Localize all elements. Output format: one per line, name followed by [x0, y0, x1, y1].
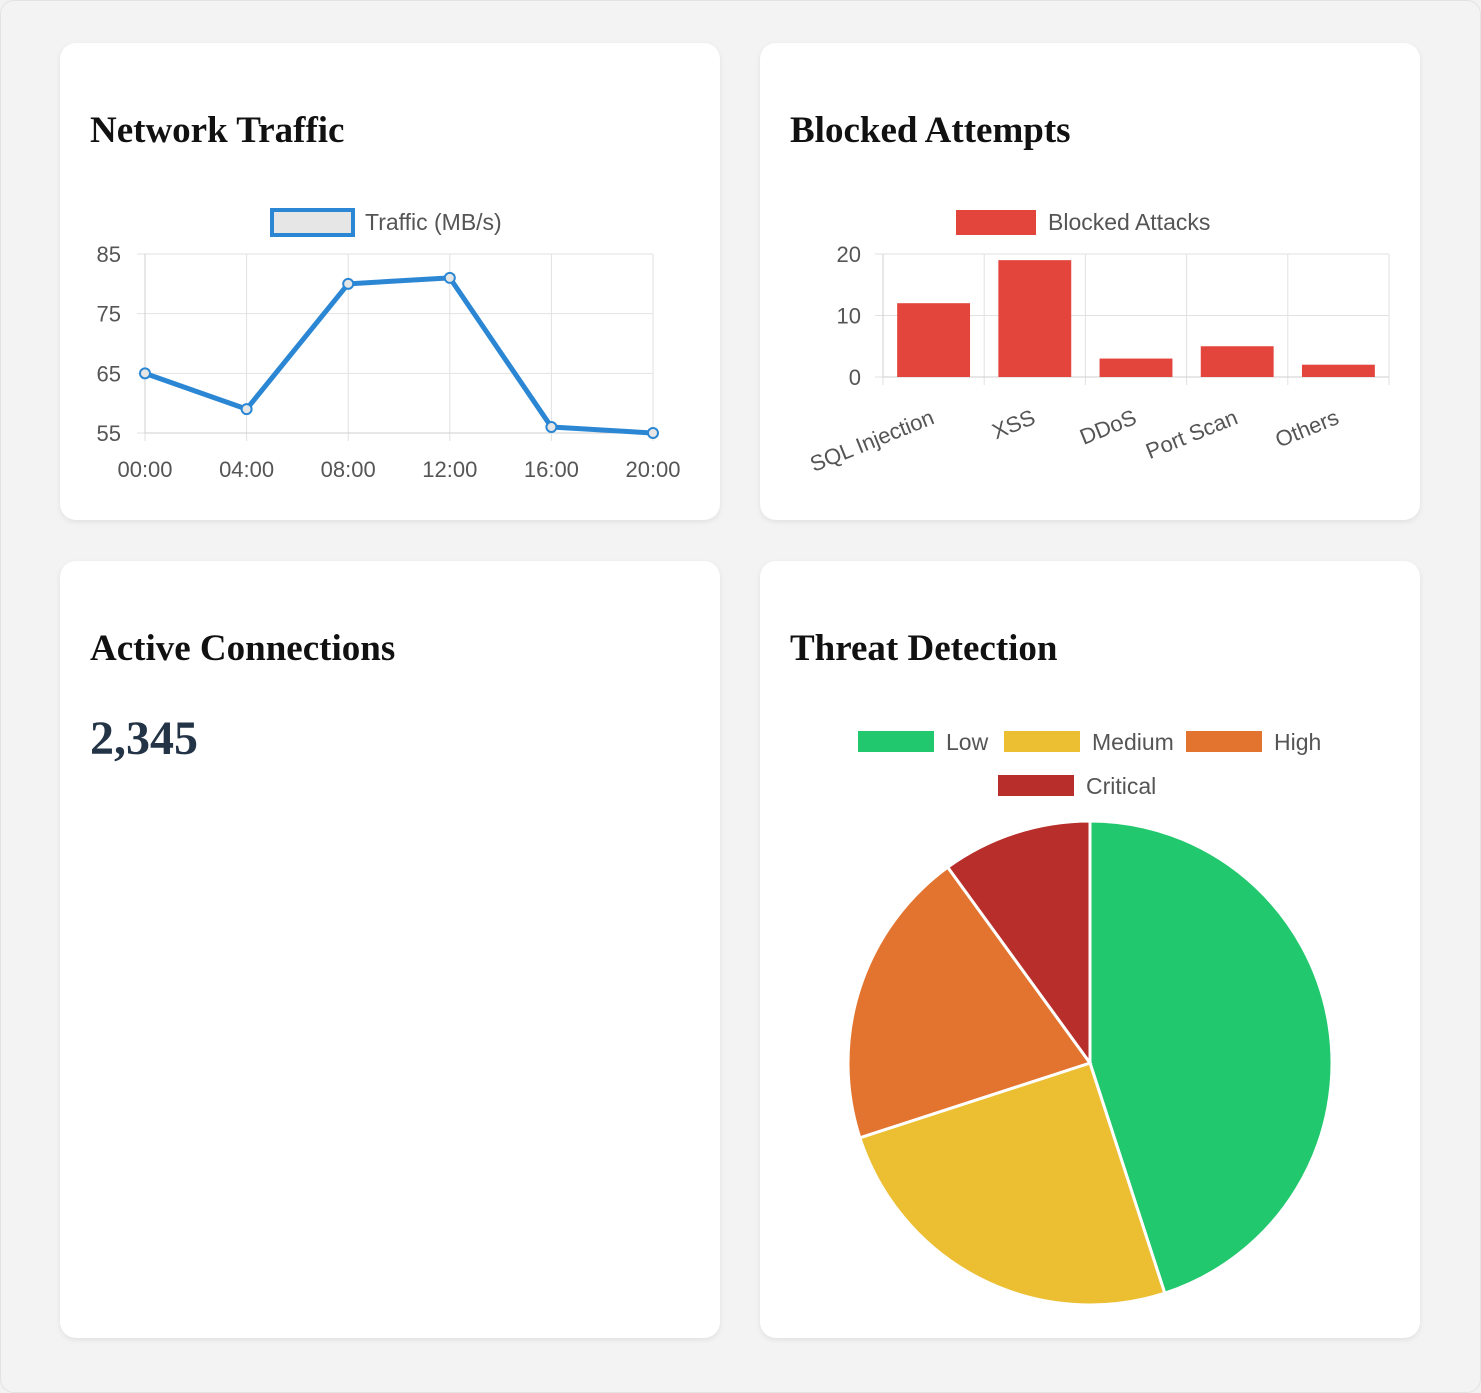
- traffic-point: [342, 277, 355, 290]
- x-tick-label: 00:00: [117, 457, 172, 482]
- legend-swatch-medium: [1004, 731, 1080, 752]
- traffic-point: [545, 421, 558, 434]
- x-tick-label: DDoS: [1076, 404, 1140, 449]
- active-connections-title: Active Connections: [90, 628, 396, 669]
- traffic-point: [647, 427, 659, 439]
- traffic-series-line: [144, 275, 654, 436]
- x-tick-label: 08:00: [321, 457, 376, 482]
- y-tick-label: 55: [97, 421, 121, 446]
- bar-others: [1301, 364, 1375, 377]
- y-tick-label: 0: [849, 365, 861, 390]
- x-tick-label: XSS: [988, 404, 1038, 444]
- x-tick-label: 20:00: [625, 457, 680, 482]
- bar-port-scan: [1200, 346, 1274, 377]
- legend-swatch-critical: [998, 775, 1074, 796]
- legend-label-medium: Medium: [1092, 729, 1174, 755]
- threat-detection-chart[interactable]: Low Medium High Critical: [760, 561, 1420, 1338]
- bar-sql-injection: [897, 303, 971, 377]
- x-tick-label: Port Scan: [1142, 404, 1241, 463]
- legend-label-high: High: [1274, 729, 1321, 755]
- legend-swatch-blocked: [956, 210, 1036, 235]
- y-tick-label: 20: [837, 242, 861, 267]
- legend-label-low: Low: [946, 729, 989, 755]
- network-traffic-chart[interactable]: Traffic (MB/s) 85 75 65 55 00:00 04:00 08:00 12:…: [60, 43, 720, 520]
- traffic-point: [240, 403, 253, 416]
- network-traffic-card: Network Traffic Traffic (MB/s) 85 75 65 55 00…: [60, 43, 720, 520]
- y-tick-label: 10: [837, 304, 861, 329]
- active-connections-value: 2,345: [90, 712, 198, 765]
- traffic-point: [443, 271, 456, 284]
- legend-label-traffic: Traffic (MB/s): [365, 209, 502, 235]
- y-tick-label: 85: [97, 242, 121, 267]
- active-connections-card: Active Connections 2,345: [60, 561, 720, 1338]
- x-tick-label: 16:00: [524, 457, 579, 482]
- traffic-point: [139, 367, 151, 380]
- bar-xss: [998, 260, 1072, 377]
- x-tick-label: 12:00: [422, 457, 477, 482]
- x-tick-label: 04:00: [219, 457, 274, 482]
- bar-ddos: [1099, 358, 1173, 377]
- legend-swatch-low: [858, 731, 934, 752]
- blocked-attempts-chart[interactable]: Blocked Attacks 20 10 0 SQL Injection XSS DDoS…: [760, 43, 1420, 520]
- x-tick-label: Others: [1272, 404, 1343, 452]
- x-tick-label: SQL Injection: [806, 404, 937, 476]
- blocked-attempts-card: Blocked Attempts Blocked Attacks 20 10 0 SQL…: [760, 43, 1420, 520]
- legend-label-critical: Critical: [1086, 773, 1156, 799]
- y-tick-label: 75: [97, 302, 121, 327]
- legend-swatch-high: [1186, 731, 1262, 752]
- y-tick-label: 65: [97, 361, 121, 386]
- legend-label-blocked: Blocked Attacks: [1048, 209, 1210, 235]
- threat-detection-card: Threat Detection Low Medium High Critical: [760, 561, 1420, 1338]
- legend-swatch-traffic: [270, 208, 355, 237]
